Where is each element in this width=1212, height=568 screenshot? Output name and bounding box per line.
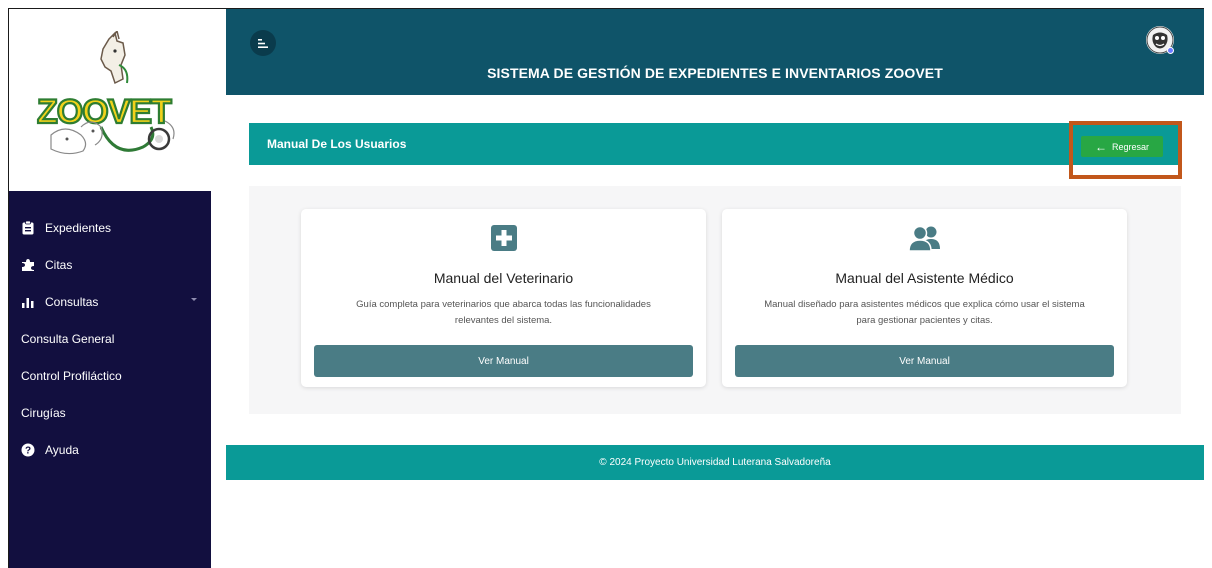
- sidebar-nav: Expedientes Citas Consultas Consulta Gen…: [9, 209, 211, 468]
- card-description-line: Guía completa para veterinarios que abar…: [356, 299, 651, 310]
- card-description-line: relevantes del sistema.: [454, 314, 553, 326]
- svg-text:?: ?: [25, 445, 31, 456]
- users-icon: [722, 225, 1127, 251]
- top-header: SISTEMA DE GESTIÓN DE EXPEDIENTES E INVE…: [226, 9, 1204, 95]
- card-description: Guía completa para veterinarios que abar…: [327, 297, 680, 328]
- footer: © 2024 Proyecto Universidad Luterana Sal…: [226, 445, 1204, 480]
- manuals-panel: Manual del Veterinario Guía completa par…: [249, 186, 1181, 414]
- card-description: Manual diseñado para asistentes médicos …: [748, 297, 1101, 328]
- zoovet-logo: ZOOVET: [36, 31, 175, 155]
- medical-plus-icon: [301, 225, 706, 251]
- bar-chart-icon: [21, 295, 35, 309]
- sidebar-item-control-profilactico[interactable]: Control Profiláctico: [9, 357, 211, 394]
- page-title: SISTEMA DE GESTIÓN DE EXPEDIENTES E INVE…: [487, 65, 943, 81]
- section-title: Manual De Los Usuarios: [267, 137, 407, 151]
- manual-card-asistente: Manual del Asistente Médico Manual diseñ…: [722, 209, 1127, 387]
- logo-area[interactable]: ZOOVET: [9, 9, 211, 191]
- clipboard-icon: [21, 220, 35, 235]
- sidebar-item-citas[interactable]: Citas: [9, 246, 211, 283]
- view-manual-button[interactable]: Ver Manual: [735, 345, 1114, 377]
- sidebar-item-ayuda[interactable]: ? Ayuda: [9, 431, 211, 468]
- menu-toggle-button[interactable]: [250, 30, 276, 56]
- sidebar-item-consultas[interactable]: Consultas: [9, 283, 211, 320]
- manual-card-veterinario: Manual del Veterinario Guía completa par…: [301, 209, 706, 387]
- card-description-line: Manual diseñado para asistentes médicos …: [764, 299, 1085, 310]
- section-header: Manual De Los Usuarios ← Regresar: [249, 123, 1181, 165]
- menu-icon: [258, 38, 268, 48]
- sidebar: ZOOVET Expedientes Citas Consultas Consu…: [9, 9, 211, 568]
- sidebar-item-label: Cirugías: [21, 405, 66, 420]
- sidebar-item-cirugias[interactable]: Cirugías: [9, 394, 211, 431]
- card-description-line: para gestionar pacientes y citas.: [856, 314, 993, 326]
- sidebar-item-label: Ayuda: [45, 442, 79, 457]
- sidebar-item-label: Expedientes: [45, 220, 112, 235]
- highlight-annotation: [1069, 121, 1182, 179]
- sidebar-item-expedientes[interactable]: Expedientes: [9, 209, 211, 246]
- sidebar-item-consulta-general[interactable]: Consulta General: [9, 320, 211, 357]
- card-title: Manual del Veterinario: [433, 270, 574, 286]
- sidebar-item-label: Consultas: [45, 294, 99, 309]
- online-status-dot: [1167, 47, 1174, 54]
- card-title: Manual del Asistente Médico: [835, 270, 1014, 286]
- view-manual-button[interactable]: Ver Manual: [314, 345, 693, 377]
- sidebar-item-label: Control Profiláctico: [21, 368, 122, 383]
- svg-text:ZOOVET: ZOOVET: [37, 93, 172, 131]
- sidebar-item-label: Consulta General: [21, 331, 115, 346]
- chevron-down-icon: [191, 298, 197, 301]
- puzzle-icon: [21, 258, 35, 272]
- question-circle-icon: ?: [21, 443, 35, 457]
- sidebar-item-label: Citas: [45, 257, 73, 272]
